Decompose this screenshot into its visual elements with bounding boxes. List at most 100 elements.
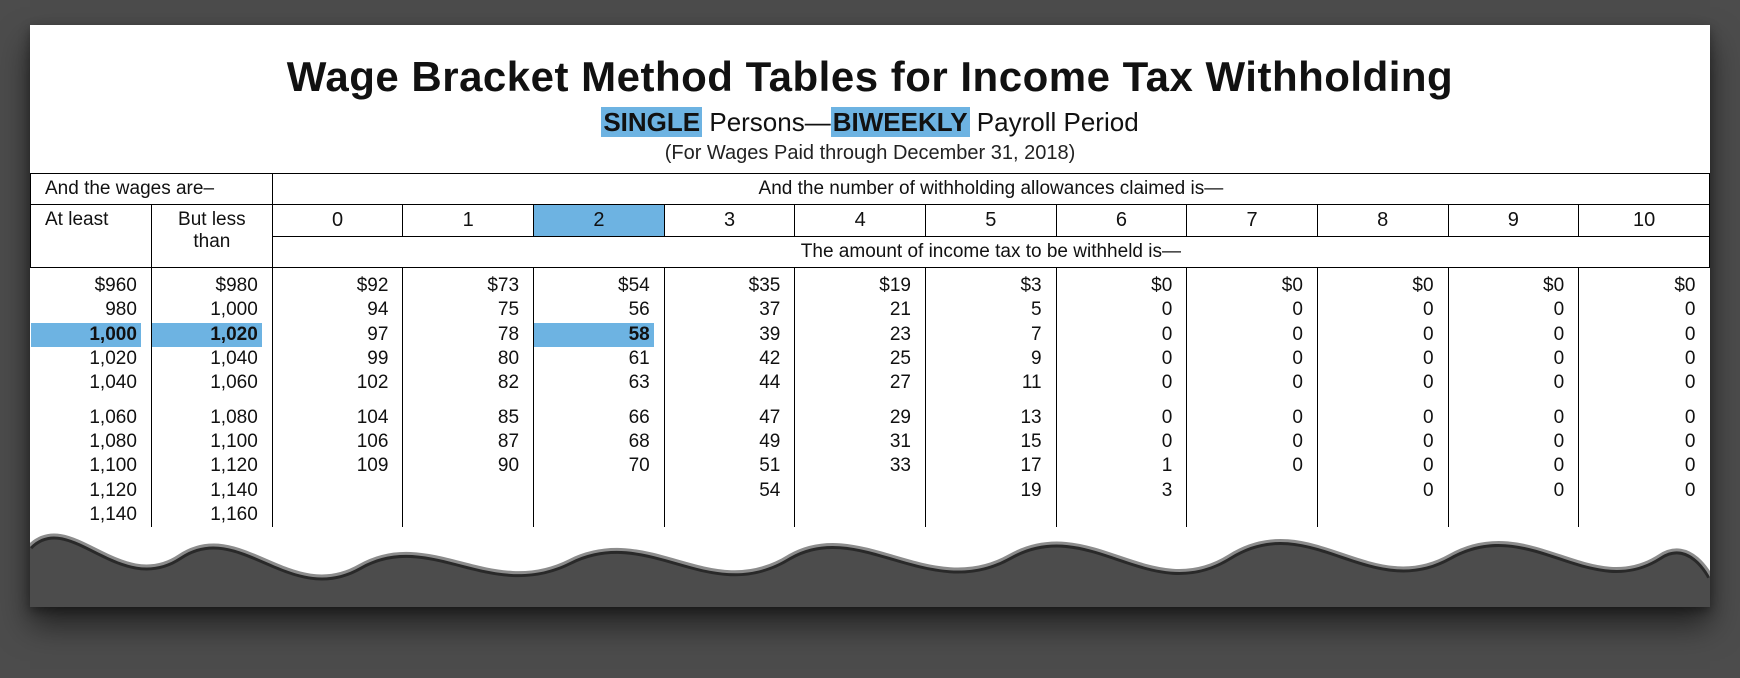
table-cell: 42 — [665, 347, 785, 371]
table-cell: 0 — [1579, 323, 1699, 347]
table-cell: 0 — [1187, 347, 1307, 371]
table-cell — [534, 479, 654, 503]
header-wages-label: And the wages are– — [31, 174, 273, 205]
table-cell: 23 — [795, 323, 915, 347]
header-allowance-7: 7 — [1187, 205, 1318, 237]
table-cell: 49 — [665, 430, 785, 454]
table-cell — [273, 479, 393, 503]
col-allowance-1: $7375788082858790 — [403, 268, 534, 528]
table-cell: $0 — [1187, 274, 1307, 298]
col-at-least: $9609801,0001,0201,0401,0601,0801,1001,1… — [31, 268, 152, 528]
table-cell: 70 — [534, 454, 654, 478]
table-cell: 0 — [1449, 454, 1569, 478]
header-allowance-6: 6 — [1056, 205, 1187, 237]
header-allowance-5: 5 — [925, 205, 1056, 237]
table-cell: 1,080 — [31, 430, 141, 454]
table-cell: 1,000 — [152, 298, 262, 322]
table-cell: 0 — [1449, 479, 1569, 503]
table-cell: 47 — [665, 406, 785, 430]
table-cell: $0 — [1579, 274, 1699, 298]
table-cell: 0 — [1057, 406, 1177, 430]
table-cell: $54 — [534, 274, 654, 298]
table-cell — [795, 503, 915, 527]
table-cell: 54 — [665, 479, 785, 503]
table-cell: 0 — [1318, 371, 1438, 395]
table-cell: 0 — [1449, 347, 1569, 371]
table-cell: 3 — [1057, 479, 1177, 503]
table-cell: $92 — [273, 274, 393, 298]
table-cell: $3 — [926, 274, 1046, 298]
header-allowances-label: And the number of withholding allowances… — [272, 174, 1709, 205]
header-amount-label: The amount of income tax to be withheld … — [272, 237, 1709, 268]
table-cell: 1,060 — [152, 371, 262, 395]
table-cell — [403, 479, 523, 503]
withholding-table: And the wages are– And the number of wit… — [30, 173, 1710, 527]
table-cell: 66 — [534, 406, 654, 430]
table-cell: 1,080 — [152, 406, 262, 430]
header-allowance-8: 8 — [1317, 205, 1448, 237]
subtitle-highlight-biweekly: BIWEEKLY — [831, 107, 970, 137]
table-cell: 21 — [795, 298, 915, 322]
table-cell: 33 — [795, 454, 915, 478]
table-cell: 0 — [1187, 430, 1307, 454]
table-cell — [926, 503, 1046, 527]
table-cell: 0 — [1318, 406, 1438, 430]
table-cell: 0 — [1579, 298, 1699, 322]
table-cell: 109 — [273, 454, 393, 478]
table-cell: 13 — [926, 406, 1046, 430]
table-cell: 1,100 — [31, 454, 141, 478]
table-cell: 37 — [665, 298, 785, 322]
table-cell: $19 — [795, 274, 915, 298]
table-cell: 0 — [1318, 479, 1438, 503]
table-cell: 0 — [1579, 430, 1699, 454]
table-cell: 0 — [1579, 371, 1699, 395]
table-cell: 0 — [1318, 298, 1438, 322]
col-allowance-5: $35791113151719 — [925, 268, 1056, 528]
table-cell: 15 — [926, 430, 1046, 454]
table-cell: 19 — [926, 479, 1046, 503]
table-cell: 0 — [1579, 479, 1699, 503]
table-cell: $35 — [665, 274, 785, 298]
table-cell: $980 — [152, 274, 262, 298]
table-cell — [1187, 479, 1307, 503]
table-cell: 11 — [926, 371, 1046, 395]
table-cell — [795, 479, 915, 503]
table-cell: 75 — [403, 298, 523, 322]
table-cell — [534, 503, 654, 527]
document-page: Wage Bracket Method Tables for Income Ta… — [30, 25, 1710, 607]
header-allowance-4: 4 — [795, 205, 926, 237]
table-cell: 0 — [1449, 371, 1569, 395]
table-cell: 104 — [273, 406, 393, 430]
table-cell: $960 — [31, 274, 141, 298]
table-cell: 0 — [1057, 371, 1177, 395]
table-cell: 0 — [1579, 347, 1699, 371]
table-cell: 78 — [403, 323, 523, 347]
table-cell: 63 — [534, 371, 654, 395]
table-cell: 0 — [1057, 430, 1177, 454]
table-cell: 0 — [1187, 298, 1307, 322]
table-cell: 61 — [534, 347, 654, 371]
table-cell: 1,120 — [152, 454, 262, 478]
table-cell: 99 — [273, 347, 393, 371]
table-cell: 25 — [795, 347, 915, 371]
table-cell: 1,040 — [152, 347, 262, 371]
table-cell — [1449, 503, 1569, 527]
table-cell: 97 — [273, 323, 393, 347]
page-title: Wage Bracket Method Tables for Income Ta… — [50, 53, 1690, 101]
col-allowance-8: $000000000 — [1317, 268, 1448, 528]
col-allowance-9: $000000000 — [1448, 268, 1579, 528]
table-cell: $0 — [1449, 274, 1569, 298]
table-cell: 39 — [665, 323, 785, 347]
table-cell: 1,060 — [31, 406, 141, 430]
table-cell: 0 — [1449, 323, 1569, 347]
table-cell: 1,160 — [152, 503, 262, 527]
table-cell: 82 — [403, 371, 523, 395]
table-cell: 17 — [926, 454, 1046, 478]
page-subtitle: SINGLE Persons—BIWEEKLY Payroll Period — [50, 107, 1690, 138]
table-cell: 1,040 — [31, 371, 141, 395]
header-allowance-2: 2 — [534, 205, 665, 237]
table-cell — [665, 503, 785, 527]
table-cell: 0 — [1449, 406, 1569, 430]
col-but-less-than: $9801,0001,0201,0401,0601,0801,1001,1201… — [151, 268, 272, 528]
table-cell: 85 — [403, 406, 523, 430]
